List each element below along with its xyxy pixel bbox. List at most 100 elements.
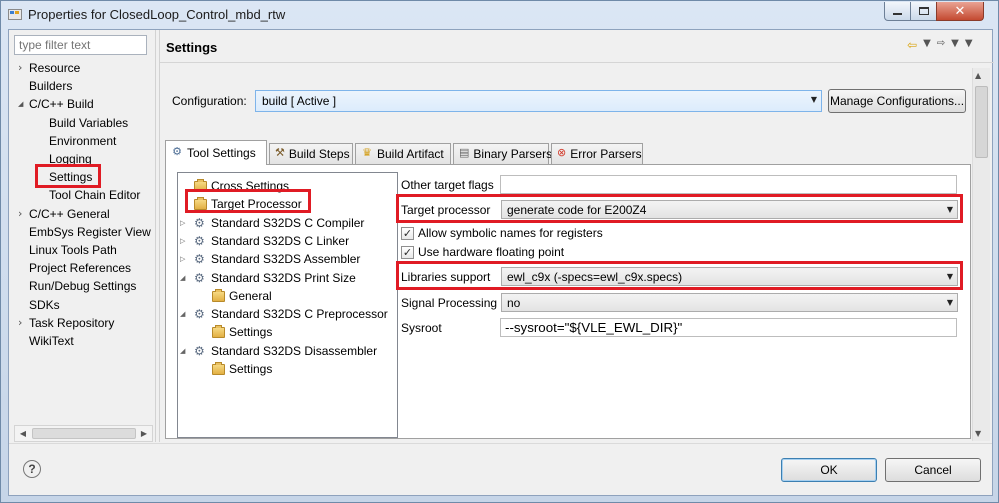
configuration-label: Configuration: (172, 94, 247, 108)
chevron-down-icon: ▼ (946, 272, 953, 281)
app-icon (8, 9, 22, 20)
libraries-support-value: ewl_c9x (-specs=ewl_c9x.specs) (507, 270, 683, 284)
folder-icon (212, 362, 225, 375)
nav-horizontal-scrollbar[interactable]: ◀ ▶ (14, 425, 153, 442)
signal-processing-combo[interactable]: no ▼ (501, 293, 958, 312)
tab-tool-settings[interactable]: ⚙ Tool Settings (165, 140, 267, 165)
page-navigation: ⇦ ▼ ⇨ ▼ ▼ (907, 38, 973, 52)
build-artifact-icon: ♛ (362, 146, 372, 159)
nav-item-label: Builders (29, 79, 73, 94)
header-divider (160, 62, 994, 63)
minimize-icon (893, 13, 902, 15)
expanded-arrow-icon[interactable]: ◢ (180, 305, 189, 323)
tab-build-artifact[interactable]: ♛ Build Artifact (355, 143, 451, 165)
nav-item-label: Settings (49, 170, 93, 185)
title-bar[interactable]: Properties for ClosedLoop_Control_mbd_rt… (1, 1, 998, 29)
scroll-thumb[interactable] (32, 428, 136, 439)
nav-item-label: SDKs (29, 297, 60, 312)
tool-node-label: Standard S32DS Assembler (211, 252, 361, 267)
forward-dropdown-icon[interactable]: ▼ (951, 38, 959, 52)
nav-item-label: Resource (29, 61, 81, 75)
nav-item-label: Tool Chain Editor (49, 188, 141, 203)
tool-node-label: Target Processor (211, 197, 302, 212)
maximize-button[interactable] (910, 2, 937, 21)
collapsed-arrow-icon[interactable]: ▷ (180, 250, 189, 268)
target-processor-combo[interactable]: generate code for E200Z4 ▼ (501, 200, 958, 219)
forward-arrow-icon[interactable]: ⇨ (937, 38, 945, 52)
tab-error-parsers[interactable]: ⊗ Error Parsers (551, 143, 643, 165)
gear-icon: ⚙ (194, 307, 205, 322)
collapsed-arrow-icon[interactable] (18, 205, 28, 223)
gear-icon: ⚙ (194, 270, 205, 285)
scroll-thumb[interactable] (975, 86, 988, 158)
nav-item-label: Linux Tools Path (29, 243, 117, 257)
cancel-button[interactable]: Cancel (885, 458, 981, 482)
scroll-down-icon[interactable]: ▼ (975, 429, 981, 438)
maximize-icon (918, 7, 929, 15)
nav-item-label: Project References (29, 261, 132, 276)
folder-icon (194, 179, 207, 192)
tool-settings-icon: ⚙ (172, 145, 182, 158)
property-nav-tree: Resource Builders C/C++ Build Build Variabl… (14, 59, 153, 439)
tab-label: Binary Parsers (473, 147, 553, 161)
help-icon[interactable]: ? (23, 460, 41, 478)
collapsed-arrow-icon[interactable]: ▷ (180, 214, 189, 232)
other-target-flags-input[interactable] (500, 175, 957, 194)
back-dropdown-icon[interactable]: ▼ (923, 38, 931, 52)
tab-build-steps[interactable]: ⚒ Build Steps (269, 143, 353, 165)
signal-processing-value: no (507, 296, 521, 310)
expanded-arrow-icon[interactable]: ◢ (180, 342, 189, 360)
chevron-down-icon: ▼ (810, 95, 817, 104)
folder-icon (212, 325, 225, 339)
gear-icon: ⚙ (194, 252, 205, 267)
tab-binary-parsers[interactable]: ▤ Binary Parsers (453, 143, 553, 165)
collapsed-arrow-icon[interactable]: ▷ (180, 232, 189, 250)
tool-option-tree: Cross Settings Target Processor ▷ ⚙ Standard… (177, 172, 398, 438)
scroll-right-icon[interactable]: ▶ (136, 426, 152, 441)
sysroot-input[interactable] (500, 318, 957, 337)
ok-button[interactable]: OK (781, 458, 877, 482)
view-menu-icon[interactable]: ▼ (965, 38, 973, 52)
hw-float-label: Use hardware floating point (418, 245, 565, 259)
nav-item-label: Task Repository (29, 315, 115, 330)
tool-node-label: Standard S32DS C Preprocessor (211, 307, 388, 322)
scroll-up-icon[interactable]: ▲ (975, 71, 981, 80)
signal-processing-label: Signal Processing (401, 296, 498, 310)
binary-parsers-icon: ▤ (459, 146, 470, 159)
footer-divider (9, 443, 992, 444)
close-button[interactable]: ✕ (936, 2, 984, 21)
tab-label: Build Steps (288, 147, 350, 161)
tool-node-label: Standard S32DS C Linker (211, 233, 350, 248)
tab-label: Error Parsers (570, 147, 642, 161)
filter-input[interactable] (14, 35, 147, 55)
dialog-client: Resource Builders C/C++ Build Build Variabl… (8, 29, 994, 496)
page-title: Settings (166, 40, 218, 55)
nav-item-label: Logging (49, 152, 92, 166)
collapsed-arrow-icon[interactable] (18, 314, 28, 332)
tool-node-label: Settings (229, 325, 273, 340)
tool-node-label: Standard S32DS Disassembler (211, 343, 378, 358)
nav-item-label: C/C++ General (29, 206, 110, 221)
build-steps-icon: ⚒ (275, 146, 285, 159)
configuration-combo[interactable]: build [ Active ] ▼ (255, 90, 822, 112)
target-processor-value: generate code for E200Z4 (507, 203, 647, 217)
collapsed-arrow-icon[interactable] (18, 59, 28, 77)
hw-float-checkbox[interactable]: ✓ Use hardware floating point (401, 245, 564, 259)
checkbox-checked-icon: ✓ (401, 226, 414, 240)
allow-symbolic-checkbox[interactable]: ✓ Allow symbolic names for registers (401, 226, 603, 240)
page-vertical-scrollbar[interactable]: ▲ ▼ (972, 68, 990, 441)
target-processor-label: Target processor (401, 203, 491, 217)
sash-divider[interactable] (155, 30, 160, 442)
scroll-left-icon[interactable]: ◀ (15, 426, 31, 441)
nav-item-label: EmbSys Register View (29, 224, 151, 239)
nav-item-label: Environment (49, 133, 117, 148)
manage-configurations-button[interactable]: Manage Configurations... (828, 89, 966, 113)
expanded-arrow-icon[interactable] (18, 95, 28, 113)
minimize-button[interactable] (884, 2, 911, 21)
libraries-support-combo[interactable]: ewl_c9x (-specs=ewl_c9x.specs) ▼ (501, 267, 958, 286)
window-title: Properties for ClosedLoop_Control_mbd_rt… (28, 7, 286, 22)
tool-node-label: Cross Settings (211, 179, 290, 193)
gear-icon: ⚙ (194, 233, 205, 248)
expanded-arrow-icon[interactable]: ◢ (180, 269, 189, 287)
back-arrow-icon[interactable]: ⇦ (907, 38, 917, 52)
